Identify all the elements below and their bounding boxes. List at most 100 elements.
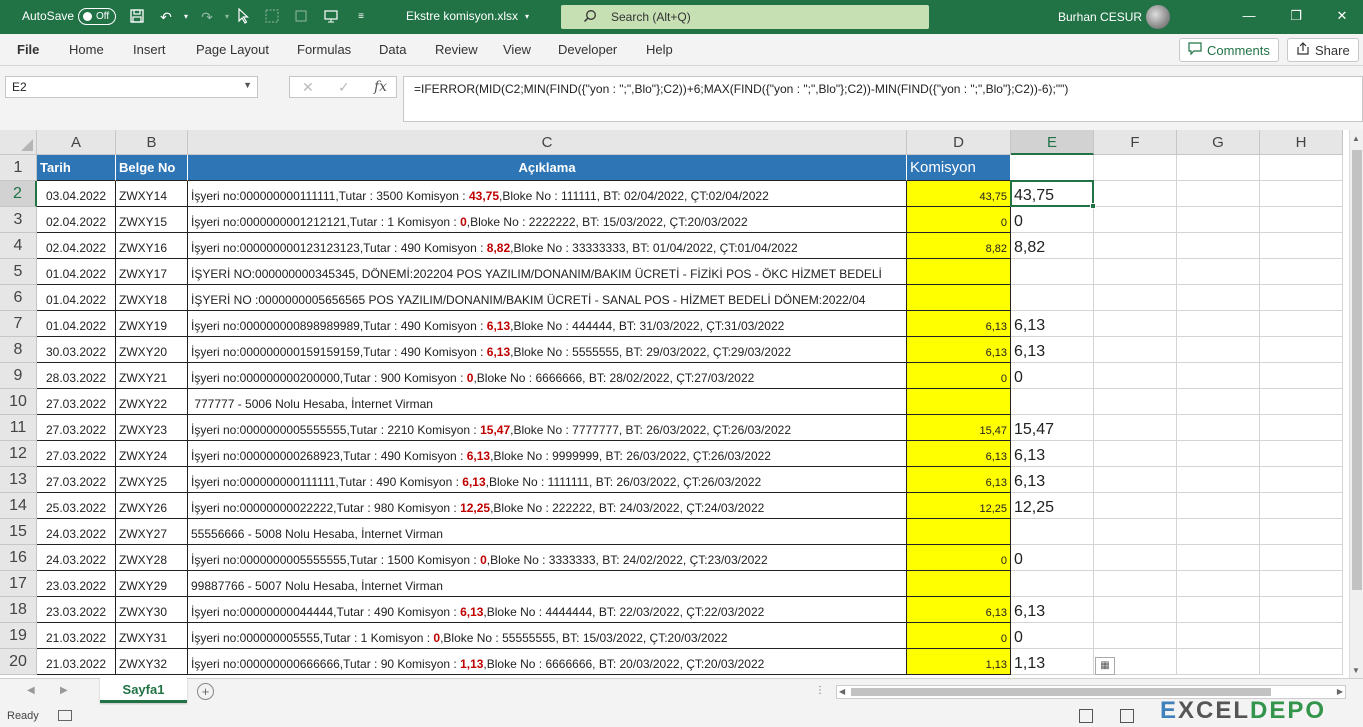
empty-cell[interactable] — [1094, 181, 1177, 207]
row-header[interactable]: 11 — [0, 415, 37, 441]
cell-document-no[interactable]: ZWXY21 — [116, 363, 188, 389]
empty-cell[interactable] — [1260, 441, 1343, 467]
scroll-right-icon[interactable]: ▶ — [1337, 687, 1343, 696]
cell-description[interactable]: İşyeri no:000000000268923,Tutar : 490 Ko… — [188, 441, 907, 467]
select-pointer-icon[interactable] — [234, 7, 252, 26]
cell-formula-result[interactable]: 8,82 — [1011, 233, 1094, 259]
shapes-icon[interactable] — [292, 8, 310, 26]
empty-cell[interactable] — [1094, 207, 1177, 233]
autosave-toggle[interactable]: Off — [78, 8, 116, 25]
cell-date[interactable]: 27.03.2022 — [37, 415, 116, 441]
empty-cell[interactable] — [1260, 519, 1343, 545]
empty-cell[interactable] — [1177, 441, 1260, 467]
empty-cell[interactable] — [1177, 545, 1260, 571]
row-header[interactable]: 2 — [0, 181, 37, 207]
page-layout-view-icon[interactable] — [1120, 709, 1134, 723]
cell-date[interactable]: 03.04.2022 — [37, 181, 116, 207]
cell-date[interactable]: 23.03.2022 — [37, 571, 116, 597]
cell-description[interactable]: İşyeri no:000000000898989989,Tutar : 490… — [188, 311, 907, 337]
column-header-b[interactable]: B — [116, 130, 188, 155]
empty-cell[interactable] — [1094, 597, 1177, 623]
cell-date[interactable]: 01.04.2022 — [37, 311, 116, 337]
column-header-d[interactable]: D — [907, 130, 1011, 155]
row-header[interactable]: 13 — [0, 467, 37, 493]
empty-cell[interactable] — [1260, 597, 1343, 623]
cell-date[interactable]: 01.04.2022 — [37, 259, 116, 285]
empty-cell[interactable] — [1094, 571, 1177, 597]
empty-cell[interactable] — [1094, 337, 1177, 363]
row-header[interactable]: 1 — [0, 155, 37, 181]
row-header[interactable]: 4 — [0, 233, 37, 259]
empty-cell[interactable] — [1177, 233, 1260, 259]
cell-description[interactable]: İŞYERİ NO :0000000005656565 POS YAZILIM/… — [188, 285, 907, 311]
cell-date[interactable]: 30.03.2022 — [37, 337, 116, 363]
cell-document-no[interactable]: ZWXY19 — [116, 311, 188, 337]
close-icon[interactable]: ✕ — [1334, 8, 1350, 24]
customize-toolbar-icon[interactable]: ≡ — [352, 8, 370, 26]
cell-formula-result[interactable]: 6,13 — [1011, 441, 1094, 467]
cell-commission[interactable] — [907, 571, 1011, 597]
row-header[interactable]: 8 — [0, 337, 37, 363]
empty-cell[interactable] — [1260, 311, 1343, 337]
header-cell-aciklama[interactable]: Açıklama — [188, 155, 907, 181]
row-header[interactable]: 20 — [0, 649, 37, 675]
horizontal-scroll-thumb[interactable] — [851, 688, 1271, 696]
quick-analysis-icon[interactable]: ▦ — [1095, 657, 1115, 675]
tab-review[interactable]: Review — [435, 42, 478, 57]
scroll-down-icon[interactable]: ▼ — [1352, 666, 1360, 675]
next-sheet-icon[interactable]: ▶ — [60, 685, 68, 696]
cell-formula-result[interactable]: 6,13 — [1011, 597, 1094, 623]
tab-view[interactable]: View — [503, 42, 531, 57]
empty-cell[interactable] — [1177, 363, 1260, 389]
file-name[interactable]: Ekstre komisyon.xlsx — [406, 9, 518, 23]
cell-commission[interactable]: 0 — [907, 623, 1011, 649]
empty-cell[interactable] — [1177, 415, 1260, 441]
cell-description[interactable]: İşyeri no:000000000159159159,Tutar : 490… — [188, 337, 907, 363]
cell-formula-result[interactable] — [1011, 259, 1094, 285]
cell-formula-result[interactable]: 6,13 — [1011, 337, 1094, 363]
empty-cell[interactable] — [1177, 207, 1260, 233]
select-all-corner[interactable] — [0, 130, 37, 155]
empty-cell[interactable] — [1260, 467, 1343, 493]
formula-input[interactable]: =IFERROR(MID(C2;MIN(FIND({"yon : ";",Blo… — [403, 76, 1363, 122]
cell-document-no[interactable]: ZWXY31 — [116, 623, 188, 649]
cell-formula-result[interactable]: 0 — [1011, 545, 1094, 571]
add-sheet-icon[interactable]: + — [197, 683, 214, 700]
scroll-left-icon[interactable]: ◀ — [839, 687, 845, 696]
cell-description[interactable]: 99887766 - 5007 Nolu Hesaba, İnternet Vi… — [188, 571, 907, 597]
cell-document-no[interactable]: ZWXY28 — [116, 545, 188, 571]
empty-cell[interactable] — [1094, 363, 1177, 389]
empty-cell[interactable] — [1094, 311, 1177, 337]
cell-description[interactable]: İşyeri no:000000000111111,Tutar : 490 Ko… — [188, 467, 907, 493]
empty-cell[interactable] — [1177, 259, 1260, 285]
cell-formula-result[interactable]: 15,47 — [1011, 415, 1094, 441]
cell-formula-result[interactable]: 0 — [1011, 207, 1094, 233]
row-header[interactable]: 5 — [0, 259, 37, 285]
empty-cell[interactable] — [1094, 233, 1177, 259]
cell-date[interactable]: 27.03.2022 — [37, 389, 116, 415]
empty-cell[interactable] — [1260, 493, 1343, 519]
row-header[interactable]: 3 — [0, 207, 37, 233]
empty-cell[interactable] — [1094, 389, 1177, 415]
undo-icon[interactable]: ↶ — [157, 8, 175, 26]
cell-description[interactable]: İşyeri no:000000000666666,Tutar : 90 Kom… — [188, 649, 907, 675]
cell-formula-result[interactable]: 12,25 — [1011, 493, 1094, 519]
cell-description[interactable]: İşyeri no:000000000111111,Tutar : 3500 K… — [188, 181, 907, 207]
user-name[interactable]: Burhan CESUR — [1058, 10, 1142, 24]
empty-cell[interactable] — [1260, 337, 1343, 363]
prev-sheet-icon[interactable]: ◀ — [27, 685, 35, 696]
column-header-g[interactable]: G — [1177, 130, 1260, 155]
cell-document-no[interactable]: ZWXY16 — [116, 233, 188, 259]
cell-description[interactable]: İşyeri no:000000005555,Tutar : 1 Komisyo… — [188, 623, 907, 649]
worksheet-grid[interactable]: A B C D E F G H 1 Tarih Belge No Açıklama Komisyon 2 0… — [0, 130, 1349, 678]
cell-date[interactable]: 23.03.2022 — [37, 597, 116, 623]
cell-commission[interactable]: 15,47 — [907, 415, 1011, 441]
cell-date[interactable]: 02.04.2022 — [37, 207, 116, 233]
cell-date[interactable]: 21.03.2022 — [37, 623, 116, 649]
undo-dropdown-icon[interactable]: ▾ — [177, 8, 195, 26]
cell-date[interactable]: 28.03.2022 — [37, 363, 116, 389]
empty-cell[interactable] — [1177, 571, 1260, 597]
empty-cell[interactable] — [1094, 441, 1177, 467]
comments-button[interactable]: Comments — [1179, 38, 1279, 62]
enter-icon[interactable]: ✓ — [338, 79, 350, 96]
